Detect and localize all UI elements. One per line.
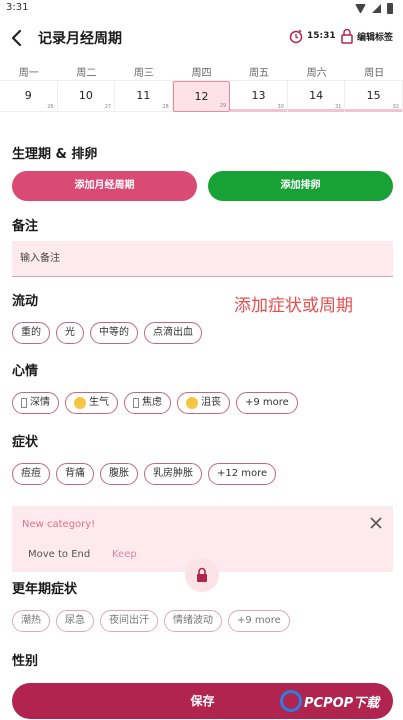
symptom-chip[interactable]: 痘痘 (12, 463, 50, 485)
status-bar: 3:31 (0, 0, 403, 18)
alarm-clock-icon (289, 29, 303, 44)
move-to-end-button[interactable]: Move to End (28, 549, 90, 560)
signal-icon (372, 4, 381, 13)
cycle-day: 29 (219, 103, 227, 109)
flow-chip[interactable]: 重的 (12, 322, 50, 344)
keep-button[interactable]: Keep (112, 549, 137, 560)
menopause-chip[interactable]: 尿急 (56, 610, 94, 632)
app-bar: 记录月经周期 15:31 编辑标签 (0, 18, 403, 58)
hint-text: 添加症状或周期 (234, 296, 353, 316)
section-title-gender: 性别 (12, 654, 39, 669)
weekday-label: 周一 (18, 68, 39, 79)
weekday-label: 周二 (76, 68, 97, 79)
cycle-day: 27 (104, 104, 112, 110)
reminder-button[interactable]: 15:31 (288, 28, 336, 44)
symptom-chip[interactable]: 腹胀 (100, 463, 138, 485)
weekday-label: 周日 (364, 68, 385, 79)
mood-more-chip[interactable]: +9 more (236, 392, 298, 414)
day-number: 13 (251, 89, 266, 102)
mood-chip-label: 沮丧 (201, 397, 221, 408)
day-cell[interactable]: 10 27 (58, 81, 116, 112)
symptom-chips: 痘痘 背痛 腹胀 乳房肿胀 +12 more (12, 463, 277, 485)
lock-icon (197, 567, 207, 582)
symptom-chip[interactable]: 乳房肿胀 (144, 463, 202, 485)
day-number: 10 (78, 89, 93, 102)
mood-chip[interactable]: 焦虑 (124, 392, 171, 414)
reminder-time: 15:31 (307, 31, 336, 41)
flow-chip[interactable]: 中等的 (90, 322, 138, 344)
sad-face-icon (186, 397, 198, 409)
section-title-mood: 心情 (12, 364, 39, 379)
weekday-label: 周四 (191, 68, 212, 79)
day-cell[interactable]: 13 30 (230, 81, 288, 112)
day-cell[interactable]: 9 26 (0, 81, 58, 112)
back-arrow-icon[interactable] (8, 28, 28, 48)
mood-chip[interactable]: 沮丧 (177, 392, 230, 414)
add-period-button[interactable]: 添加月经周期 (12, 171, 197, 201)
lock-button[interactable] (185, 558, 219, 592)
angry-face-icon (74, 397, 86, 409)
menopause-chip[interactable]: 情绪波动 (164, 610, 222, 632)
section-title-notes: 备注 (12, 219, 39, 234)
close-icon[interactable] (369, 516, 383, 530)
cycle-day: 31 (335, 104, 342, 110)
day-number: 15 (366, 89, 381, 102)
day-number: 11 (136, 89, 151, 102)
section-title-period-ovulation: 生理期 & 排卵 (12, 147, 98, 162)
page-title: 记录月经周期 (38, 31, 122, 47)
day-cell[interactable]: 15 32 (345, 81, 403, 112)
weekday-label: 周五 (249, 68, 270, 79)
battery-icon (387, 3, 393, 14)
section-title-symptoms: 症状 (12, 435, 39, 450)
cycle-day: 30 (277, 104, 284, 110)
flow-chip[interactable]: 点滴出血 (144, 322, 202, 344)
lock-icon (341, 28, 353, 44)
mood-chip-label: 生气 (89, 397, 109, 408)
edit-tags-label: 编辑标签 (357, 32, 394, 43)
status-icons (355, 3, 393, 14)
day-cell[interactable]: 14 31 (287, 81, 346, 112)
menopause-more-chip[interactable]: +9 more (228, 610, 290, 632)
section-title-menopause: 更年期症状 (12, 582, 78, 597)
wifi-icon (355, 4, 366, 13)
section-title-flow: 流动 (12, 294, 39, 309)
cycle-day: 26 (47, 104, 54, 110)
cycle-day: 32 (392, 104, 399, 110)
menopause-chips: 潮热 尿急 夜间出汗 情绪波动 +9 more (12, 610, 290, 632)
mood-chips: 深情 生气 焦虑 沮丧 +9 more (12, 392, 298, 414)
day-number: 14 (309, 89, 324, 102)
day-cell[interactable]: 11 28 (115, 81, 173, 112)
watermark: PCPOP下载 (280, 686, 402, 716)
mood-chip[interactable]: 生气 (65, 392, 118, 414)
mood-chip-label: 焦虑 (142, 397, 162, 408)
day-number: 12 (194, 90, 209, 103)
missing-emoji-icon (21, 398, 27, 408)
week-strip: 9 26 10 27 11 28 12 29 13 30 14 31 15 32 (0, 80, 403, 112)
symptom-chip[interactable]: 背痛 (56, 463, 94, 485)
mood-chip[interactable]: 深情 (12, 392, 59, 414)
edit-tags-button[interactable]: 编辑标签 (340, 28, 393, 44)
menopause-chip[interactable]: 潮热 (12, 610, 50, 632)
mood-chip-label: 深情 (30, 397, 50, 408)
menopause-chip[interactable]: 夜间出汗 (100, 610, 158, 632)
banner-title: New category! (22, 519, 96, 530)
weekday-header: 周一 周二 周三 周四 周五 周六 周日 (0, 64, 403, 79)
note-input[interactable] (12, 241, 393, 277)
flow-chips: 重的 光 中等的 点滴出血 (12, 322, 202, 344)
weekday-label: 周三 (133, 68, 154, 79)
add-ovulation-button[interactable]: 添加排卵 (208, 171, 393, 201)
status-time: 3:31 (6, 2, 29, 13)
day-cell-selected[interactable]: 12 29 (172, 81, 231, 112)
symptom-more-chip[interactable]: +12 more (208, 463, 277, 485)
flow-chip[interactable]: 光 (56, 322, 84, 344)
weekday-label: 周六 (306, 68, 327, 79)
day-number: 9 (24, 89, 32, 102)
cycle-day: 28 (162, 104, 169, 110)
missing-emoji-icon (133, 398, 139, 408)
watermark-text: PCPOP下载 (304, 695, 380, 711)
watermark-logo-icon (280, 690, 302, 712)
